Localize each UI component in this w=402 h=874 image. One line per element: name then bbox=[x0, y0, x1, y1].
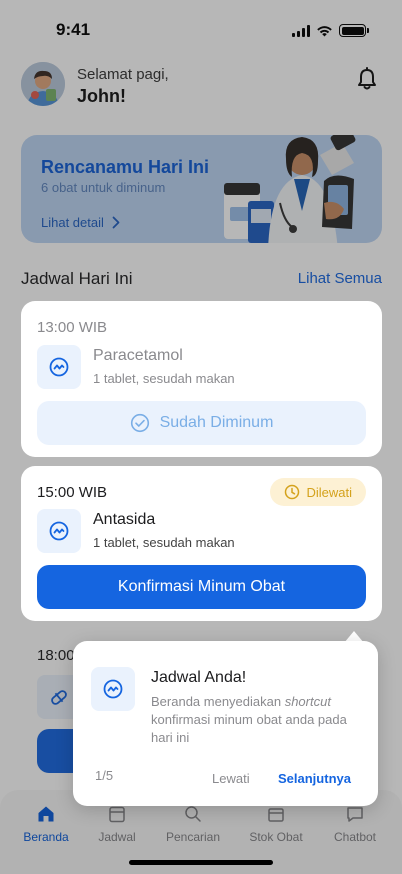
nav-label: Beranda bbox=[23, 830, 69, 844]
nav-label: Pencarian bbox=[165, 830, 221, 844]
nav-item-beranda[interactable]: Beranda bbox=[11, 804, 81, 844]
status-bar: 9:41 bbox=[0, 0, 402, 58]
popup-icon-box bbox=[91, 667, 135, 711]
medication-icon-box bbox=[37, 509, 81, 553]
pill-icon bbox=[49, 521, 69, 541]
nav-label: Jadwal bbox=[98, 830, 136, 844]
schedule-time: 18:00 bbox=[37, 647, 75, 664]
search-icon bbox=[185, 806, 201, 822]
already-taken-label: Sudah Diminum bbox=[159, 414, 274, 431]
schedule-section-title: Jadwal Hari Ini bbox=[21, 269, 133, 288]
confirm-take-medicine-button[interactable]: Konfirmasi Minum Obat bbox=[37, 565, 366, 609]
nav-item-pencarian[interactable]: Pencarian bbox=[158, 804, 228, 844]
nav-label: Chatbot bbox=[333, 830, 377, 844]
box-icon bbox=[268, 808, 284, 822]
medication-name: Antasida bbox=[93, 511, 156, 528]
capsule-icon bbox=[51, 690, 67, 705]
cellular-signal-icon bbox=[292, 24, 310, 37]
onboarding-tooltip: Jadwal Anda! Beranda menyediakan shortcu… bbox=[73, 641, 378, 806]
popup-description: Beranda menyediakan shortcut konfirmasi … bbox=[151, 693, 361, 747]
popup-body-emphasis: shortcut bbox=[284, 694, 331, 709]
medication-dosage: 1 tablet, sesudah makan bbox=[93, 371, 235, 386]
status-icons bbox=[292, 24, 369, 37]
medication-name: Paracetamol bbox=[93, 347, 183, 364]
medication-dosage: 1 tablet, sesudah makan bbox=[93, 535, 235, 550]
pill-icon bbox=[103, 679, 123, 699]
home-icon bbox=[38, 806, 54, 822]
plan-subtitle: 6 obat untuk diminum bbox=[41, 180, 166, 195]
battery-icon bbox=[339, 24, 369, 37]
popup-body-text: Beranda menyediakan bbox=[151, 694, 285, 709]
status-time: 9:41 bbox=[56, 20, 91, 39]
popup-step-indicator: 1/5 bbox=[95, 768, 114, 783]
already-taken-button[interactable]: Sudah Diminum bbox=[37, 401, 366, 445]
next-button[interactable]: Selanjutnya bbox=[278, 771, 351, 786]
notification-bell-icon[interactable] bbox=[352, 64, 382, 94]
home-indicator bbox=[129, 860, 273, 865]
greeting-text: Selamat pagi, bbox=[77, 66, 169, 83]
clock-icon bbox=[285, 484, 300, 500]
confirm-take-medicine-label: Konfirmasi Minum Obat bbox=[117, 578, 286, 595]
calendar-icon bbox=[109, 806, 125, 823]
check-circle-icon bbox=[130, 413, 149, 433]
nav-item-chatbot[interactable]: Chatbot bbox=[320, 804, 390, 844]
nav-label: Stok Obat bbox=[249, 830, 303, 844]
missed-status-label: Dilewati bbox=[306, 484, 352, 500]
schedule-card-2[interactable]: 15:00 WIB Dilewati Antasida 1 tablet, se… bbox=[21, 466, 382, 621]
chat-icon bbox=[347, 807, 363, 822]
wifi-icon bbox=[317, 25, 332, 36]
schedule-time: 15:00 WIB bbox=[37, 484, 108, 501]
skip-button[interactable]: Lewati bbox=[212, 771, 250, 786]
chevron-right-icon bbox=[112, 216, 120, 229]
header: Selamat pagi, John! bbox=[20, 60, 382, 110]
schedule-time: 13:00 WIB bbox=[37, 319, 108, 336]
nav-item-stok-obat[interactable]: Stok Obat bbox=[241, 804, 311, 844]
plan-detail-link[interactable]: Lihat detail bbox=[41, 215, 120, 230]
doctor-illustration bbox=[224, 135, 356, 243]
pill-icon bbox=[49, 357, 69, 377]
popup-title: Jadwal Anda! bbox=[151, 669, 247, 686]
plan-title: Rencanamu Hari Ini bbox=[41, 157, 210, 177]
missed-status-badge: Dilewati bbox=[270, 478, 366, 506]
daily-plan-banner[interactable]: Rencanamu Hari Ini 6 obat untuk diminum … bbox=[21, 135, 382, 243]
user-name: John! bbox=[77, 86, 126, 106]
popup-body-text-end: konfirmasi minum obat anda pada hari ini bbox=[151, 712, 347, 745]
avatar[interactable] bbox=[21, 62, 65, 106]
plan-detail-label: Lihat detail bbox=[41, 215, 104, 230]
medication-icon-box bbox=[37, 345, 81, 389]
schedule-card-1[interactable]: 13:00 WIB Paracetamol 1 tablet, sesudah … bbox=[21, 301, 382, 457]
see-all-link[interactable]: Lihat Semua bbox=[298, 270, 382, 287]
nav-item-jadwal[interactable]: Jadwal bbox=[82, 804, 152, 844]
